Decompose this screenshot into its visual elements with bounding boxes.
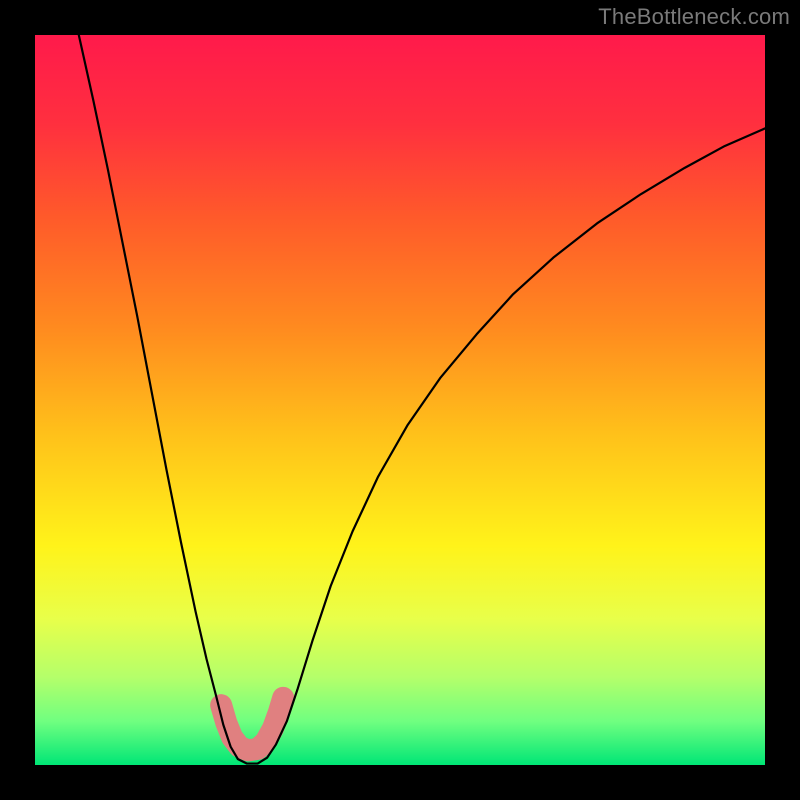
watermark-text: TheBottleneck.com [598,4,790,30]
gradient-background [35,35,765,765]
bottleneck-chart [35,35,765,765]
plot-area [35,35,765,765]
chart-frame: TheBottleneck.com [0,0,800,800]
